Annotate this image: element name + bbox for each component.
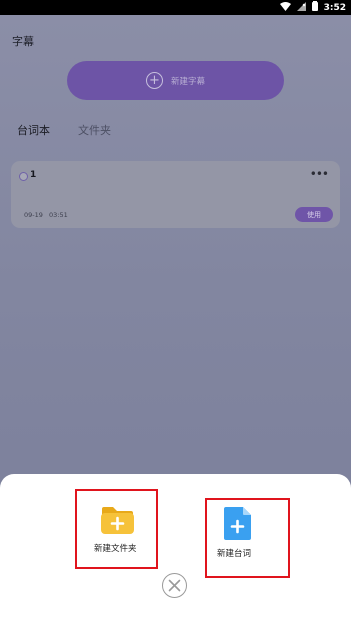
bottom-sheet xyxy=(0,474,351,625)
close-icon xyxy=(168,579,181,592)
script-card[interactable]: 1 ••• 09-19 03:51 使用 xyxy=(11,161,340,228)
use-button[interactable]: 使用 xyxy=(295,207,333,222)
status-bar: 3:52 xyxy=(0,0,351,15)
new-script-label: 新建台词 xyxy=(217,549,252,559)
select-radio[interactable] xyxy=(19,172,28,181)
new-folder-action[interactable]: 新建文件夹 xyxy=(75,489,158,569)
more-icon[interactable]: ••• xyxy=(310,167,329,181)
script-title: 1 xyxy=(30,170,37,180)
page-title: 字幕 xyxy=(12,35,34,48)
status-time: 3:52 xyxy=(323,2,346,13)
signal-icon xyxy=(296,1,306,14)
battery-icon xyxy=(311,1,318,14)
new-subtitle-button[interactable]: + 新建字幕 xyxy=(67,61,284,100)
new-subtitle-label: 新建字幕 xyxy=(170,76,205,87)
folder-plus-icon xyxy=(99,506,136,535)
new-folder-label: 新建文件夹 xyxy=(94,544,137,554)
script-date: 09-19 xyxy=(24,211,43,219)
tab-scripts[interactable]: 台词本 xyxy=(17,122,50,138)
new-script-action[interactable]: 新建台词 xyxy=(205,498,290,578)
script-time: 03:51 xyxy=(49,211,68,219)
document-plus-icon xyxy=(222,506,253,541)
tab-folders[interactable]: 文件夹 xyxy=(78,122,111,138)
close-button[interactable] xyxy=(162,573,187,598)
plus-circle-icon: + xyxy=(145,72,163,89)
wifi-icon xyxy=(279,1,291,14)
